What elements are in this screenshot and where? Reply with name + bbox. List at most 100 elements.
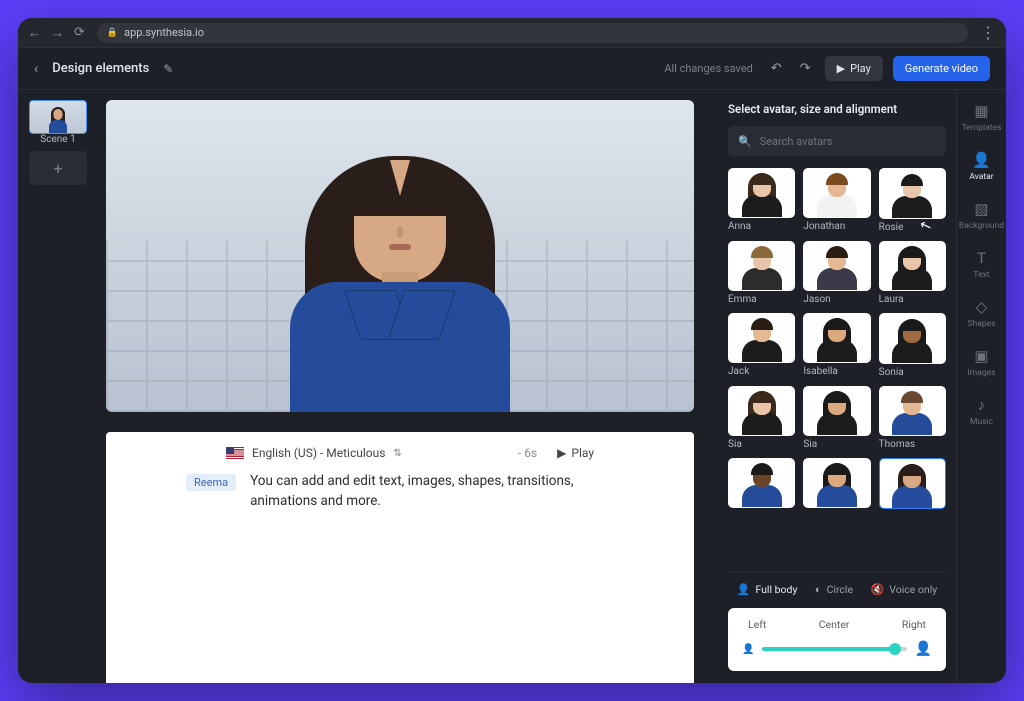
play-button[interactable]: ▶ Play — [825, 56, 883, 81]
app-header: ‹ Design elements ✎ All changes saved ↶ … — [18, 48, 1006, 90]
avatar-name: Thomas — [879, 439, 946, 450]
lock-icon: 🔒 — [107, 28, 118, 38]
avatar-icon: 👤 — [972, 151, 991, 169]
tool-label: Images — [967, 368, 995, 378]
avatar-card[interactable] — [803, 458, 870, 512]
avatar-name: Sia — [803, 439, 870, 450]
slider-thumb[interactable] — [889, 643, 901, 655]
music-icon: ♪ — [978, 396, 986, 414]
undo-icon[interactable]: ↶ — [767, 61, 786, 76]
avatar-name: Laura — [879, 294, 946, 305]
play-icon: ▶ — [557, 446, 566, 460]
tool-music[interactable]: ♪ Music — [970, 396, 993, 427]
size-alignment-card: Left Center Right 👤 👤 — [728, 608, 946, 671]
tab-circle[interactable]: ◐ Circle — [815, 583, 853, 596]
avatar-card[interactable]: Anna — [728, 168, 795, 233]
back-chevron-icon[interactable]: ‹ — [34, 61, 38, 77]
avatar-card[interactable]: Thomas — [879, 386, 946, 451]
avatar-name: Sia — [728, 439, 795, 450]
script-text[interactable]: You can add and edit text, images, shape… — [250, 472, 584, 511]
avatar-card[interactable]: Laura — [879, 241, 946, 306]
tool-templates[interactable]: ▦ Templates — [962, 102, 1002, 133]
avatar-on-canvas[interactable] — [280, 132, 520, 412]
tool-label: Background — [959, 221, 1004, 231]
text-icon: T — [977, 249, 986, 267]
tool-label: Music — [970, 417, 993, 427]
video-canvas[interactable] — [106, 100, 694, 412]
add-scene-button[interactable]: + — [29, 151, 87, 185]
speaker-tag[interactable]: Reema — [186, 474, 236, 491]
avatar-search[interactable]: 🔍 — [728, 126, 946, 156]
avatar-card[interactable]: Rosie — [879, 168, 946, 233]
align-left-option[interactable]: Left — [748, 618, 766, 631]
tool-label: Avatar — [969, 172, 993, 182]
avatar-name: Rosie — [879, 222, 946, 233]
avatar-card[interactable]: Sia — [728, 386, 795, 451]
scenes-sidebar: Scene 1 + — [18, 90, 98, 683]
avatar-card[interactable] — [728, 458, 795, 512]
url-text: app.synthesia.io — [124, 26, 204, 39]
person-icon: 👤 — [737, 583, 751, 596]
nav-reload-icon[interactable]: ⟳ — [74, 25, 85, 41]
avatar-card[interactable]: Jason — [803, 241, 870, 306]
browser-toolbar: ← → ⟳ 🔒 app.synthesia.io ⋮ — [18, 18, 1006, 48]
search-input[interactable] — [760, 135, 936, 148]
tool-label: Shapes — [967, 319, 995, 329]
background-icon: ▨ — [974, 200, 988, 218]
circle-icon: ◐ — [815, 583, 822, 596]
generate-video-button[interactable]: Generate video — [893, 56, 990, 81]
slider-track[interactable] — [762, 647, 906, 651]
search-icon: 🔍 — [738, 135, 752, 148]
avatar-name: Jason — [803, 294, 870, 305]
nav-forward-icon[interactable]: → — [51, 25, 64, 41]
avatar-card[interactable]: Sia — [803, 386, 870, 451]
voice-icon: 🔇 — [871, 583, 885, 596]
tab-voice-only[interactable]: 🔇 Voice only — [871, 583, 938, 596]
align-center-option[interactable]: Center — [819, 618, 850, 631]
avatar-name: Sonia — [879, 367, 946, 378]
tool-text[interactable]: T Text — [973, 249, 989, 280]
scene-label: Scene 1 — [29, 134, 87, 145]
tool-shapes[interactable]: ◇ Shapes — [967, 298, 995, 329]
script-duration: - 6s — [518, 446, 537, 460]
view-mode-tabs: 👤 Full body ◐ Circle 🔇 Voice only — [728, 572, 946, 602]
avatar-name: Anna — [728, 221, 795, 232]
language-selector[interactable]: English (US) - Meticulous ⇅ — [226, 446, 402, 460]
tool-avatar[interactable]: 👤 Avatar — [969, 151, 993, 182]
scene-thumbnail[interactable] — [29, 100, 87, 134]
panel-title: Select avatar, size and alignment — [728, 102, 946, 116]
pencil-icon[interactable]: ✎ — [163, 62, 173, 76]
align-right-option[interactable]: Right — [902, 618, 926, 631]
editor-center: English (US) - Meticulous ⇅ - 6s ▶ Play — [98, 90, 718, 683]
templates-icon: ▦ — [974, 102, 988, 120]
avatar-name: Jonathan — [803, 221, 870, 232]
tool-label: Text — [973, 270, 989, 280]
avatar-card[interactable]: Emma — [728, 241, 795, 306]
person-large-icon: 👤 — [915, 641, 932, 657]
avatar-card[interactable]: Isabella — [803, 313, 870, 378]
play-script-button[interactable]: ▶ Play — [557, 446, 594, 460]
script-panel: English (US) - Meticulous ⇅ - 6s ▶ Play — [106, 432, 694, 683]
save-status: All changes saved — [664, 62, 752, 75]
nav-back-icon[interactable]: ← — [28, 25, 41, 41]
tool-images[interactable]: ▣ Images — [967, 347, 995, 378]
avatar-card[interactable] — [879, 458, 946, 512]
avatar-card[interactable]: Jack — [728, 313, 795, 378]
avatar-card[interactable]: Jonathan — [803, 168, 870, 233]
url-bar[interactable]: 🔒 app.synthesia.io — [97, 23, 968, 43]
browser-menu-icon[interactable]: ⋮ — [980, 23, 996, 42]
avatar-card[interactable]: Sonia — [879, 313, 946, 378]
size-slider[interactable]: 👤 👤 — [742, 641, 932, 657]
flag-us-icon — [226, 447, 244, 459]
tool-background[interactable]: ▨ Background — [959, 200, 1004, 231]
tool-rail: ▦ Templates 👤 Avatar ▨ Background T Text… — [956, 90, 1006, 683]
avatar-panel: Select avatar, size and alignment 🔍 Anna — [718, 90, 956, 683]
person-small-icon: 👤 — [742, 644, 754, 655]
redo-icon[interactable]: ↷ — [796, 61, 815, 76]
avatar-name: Emma — [728, 294, 795, 305]
images-icon: ▣ — [974, 347, 988, 365]
tab-full-body[interactable]: 👤 Full body — [737, 583, 798, 596]
page-title: Design elements — [52, 61, 149, 76]
tool-label: Templates — [962, 123, 1002, 133]
avatar-name: Jack — [728, 366, 795, 377]
